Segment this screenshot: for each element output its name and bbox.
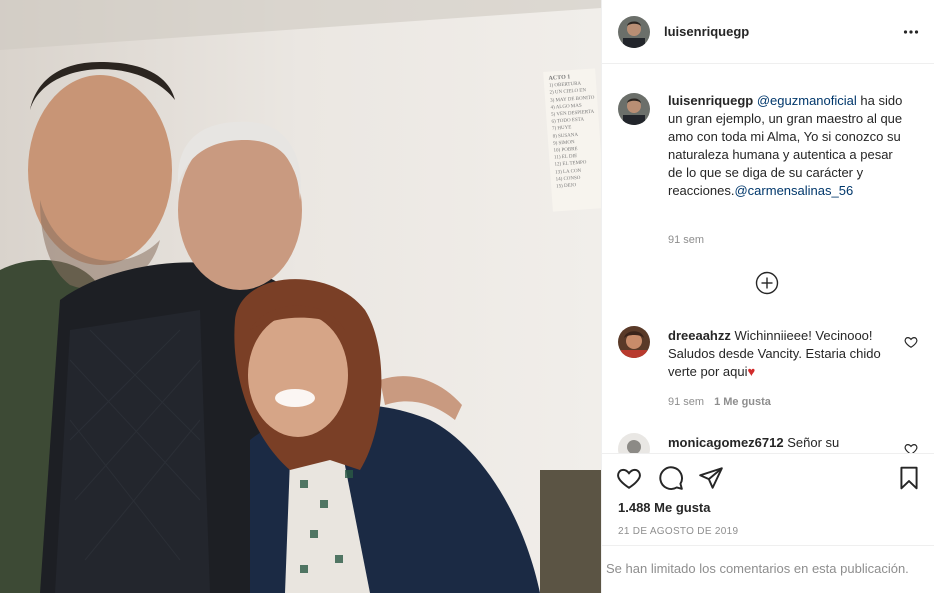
caption-avatar[interactable] xyxy=(618,93,650,125)
caption-time[interactable]: 91 sem xyxy=(668,234,704,246)
comment-item: dreeaahzz Wichinniieee! Vecinooo! Saludo… xyxy=(618,326,918,416)
caption-username[interactable]: luisenriquegp xyxy=(668,93,753,108)
bookmark-icon[interactable] xyxy=(896,465,922,491)
comment-item: monicagomez6712 Señor su xyxy=(618,433,918,453)
post-actions: 1.488 Me gusta 21 DE AGOSTO DE 2019 Se h… xyxy=(602,453,934,593)
caption-mention[interactable]: @carmensalinas_56 xyxy=(734,183,853,198)
author-username[interactable]: luisenriquegp xyxy=(664,24,749,39)
likes-count[interactable]: 1.488 Me gusta xyxy=(618,500,711,515)
commenter-username[interactable]: monicagomez6712 xyxy=(668,435,784,450)
comment-bubble-icon[interactable] xyxy=(658,465,684,491)
more-options-icon[interactable] xyxy=(903,24,919,40)
commenter-username[interactable]: dreeaahzz xyxy=(668,328,731,343)
caption-mention[interactable]: @eguzmanoficial xyxy=(757,93,857,108)
caption-text: luisenriquegp @eguzmanoficial ha sido un… xyxy=(668,92,904,200)
comment-like-heart-icon[interactable] xyxy=(904,335,918,349)
comment-meta: 91 sem 1 Me gusta xyxy=(668,396,771,408)
author-avatar[interactable] xyxy=(618,15,650,48)
post-photo[interactable]: ACTO 1 1) OBERTURA 2) UN CIELO EN 3) MAY… xyxy=(0,0,601,593)
comment-text: monicagomez6712 Señor su xyxy=(668,434,904,452)
load-more-comments-icon[interactable] xyxy=(755,271,779,295)
commenter-avatar[interactable] xyxy=(618,326,650,358)
comment-like-heart-icon[interactable] xyxy=(904,442,918,453)
comment-text: dreeaahzz Wichinniieee! Vecinooo! Saludo… xyxy=(668,327,904,381)
heart-icon[interactable] xyxy=(616,465,642,491)
commenter-avatar[interactable] xyxy=(618,433,650,453)
comments-area[interactable]: luisenriquegp @eguzmanoficial ha sido un… xyxy=(602,65,934,453)
post-date[interactable]: 21 DE AGOSTO DE 2019 xyxy=(618,526,738,537)
post-photo-illustration xyxy=(0,0,601,593)
caption-item: luisenriquegp @eguzmanoficial ha sido un… xyxy=(618,93,918,253)
paper-plane-icon[interactable] xyxy=(698,465,724,491)
post-side-panel: luisenriquegp luisenriquegp @eguzmanofic… xyxy=(601,0,934,593)
comment-time[interactable]: 91 sem xyxy=(668,396,704,408)
comment-likes[interactable]: 1 Me gusta xyxy=(714,396,771,408)
comments-limited-notice: Se han limitado los comentarios en esta … xyxy=(602,545,934,593)
wall-sign: ACTO 1 1) OBERTURA 2) UN CIELO EN 3) MAY… xyxy=(548,72,601,209)
comment-body: Señor su xyxy=(783,435,840,450)
heart-emoji: ♥ xyxy=(747,364,756,379)
post-header: luisenriquegp xyxy=(602,0,934,64)
